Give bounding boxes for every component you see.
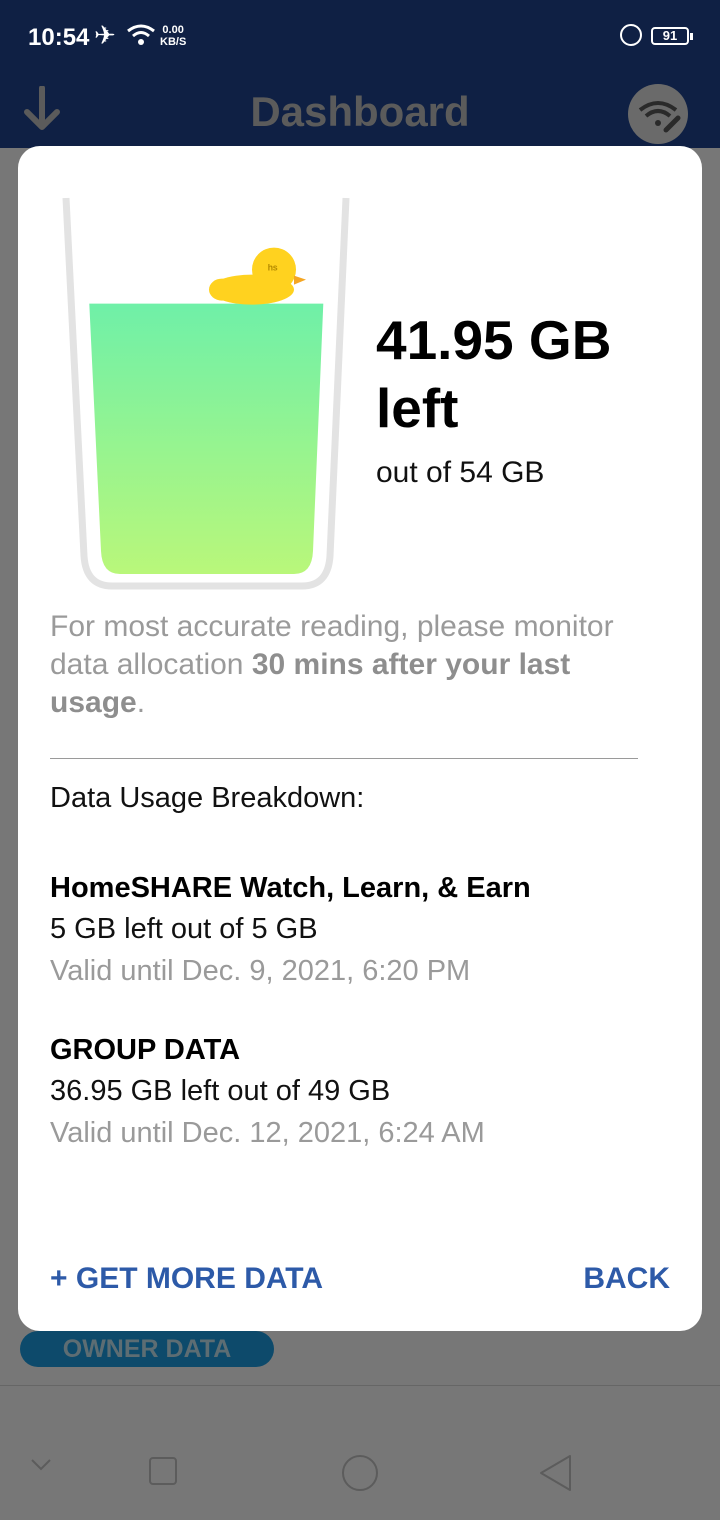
battery-icon: 91 xyxy=(651,27,693,45)
plan-validity: Valid until Dec. 9, 2021, 6:20 PM xyxy=(50,955,471,987)
remaining-data-amount: 41.95 GB xyxy=(376,309,612,371)
total-allocation: out of 54 GB xyxy=(376,456,545,489)
status-time: 10:54 xyxy=(28,24,90,51)
section-divider xyxy=(50,758,638,759)
breakdown-heading: Data Usage Breakdown: xyxy=(50,782,365,814)
data-glass-illustration: ʰˢ xyxy=(62,197,350,590)
nav-recents-icon[interactable] xyxy=(148,1456,178,1486)
back-button[interactable]: BACK xyxy=(583,1262,670,1296)
svg-text:ʰˢ: ʰˢ xyxy=(268,262,278,277)
plan-validity: Valid until Dec. 12, 2021, 6:24 AM xyxy=(50,1117,485,1149)
nav-back-icon[interactable] xyxy=(538,1454,572,1492)
wifi-status-icon xyxy=(127,24,155,45)
app-bar: Dashboard xyxy=(0,72,720,148)
plan-name: GROUP DATA xyxy=(50,1034,241,1066)
plan-name: HomeSHARE Watch, Learn, & Earn xyxy=(50,872,531,904)
owner-data-tab: OWNER DATA xyxy=(20,1331,274,1367)
remaining-data-suffix: left xyxy=(376,377,459,439)
nav-down-icon[interactable] xyxy=(30,1458,52,1472)
liquid-level xyxy=(89,303,324,574)
page-title: Dashboard xyxy=(250,88,470,135)
plan-usage: 5 GB left out of 5 GB xyxy=(50,913,318,945)
network-speed-value: 0.00 xyxy=(162,24,184,36)
network-speed: 0.00 KB/S xyxy=(160,24,186,48)
background-divider xyxy=(0,1385,720,1386)
wifi-wrench-icon[interactable] xyxy=(628,84,688,144)
system-nav-bar xyxy=(0,1420,720,1520)
network-speed-unit: KB/S xyxy=(160,36,187,48)
nav-home-icon[interactable] xyxy=(341,1454,379,1492)
plan-item: GROUP DATA 36.95 GB left out of 49 GB Va… xyxy=(50,1030,670,1154)
rubber-duck-icon: ʰˢ xyxy=(209,247,306,305)
accuracy-note-end: . xyxy=(136,686,146,719)
rotation-lock-icon xyxy=(620,24,642,46)
data-balance-dialog: ʰˢ 41.95 GB left out of 54 GB For most a… xyxy=(18,146,702,1331)
accuracy-note: For most accurate reading, please monito… xyxy=(50,608,670,722)
plan-item: HomeSHARE Watch, Learn, & Earn 5 GB left… xyxy=(50,868,670,992)
status-bar: 10:54 ✈ 0.00 KB/S 91 xyxy=(0,0,720,72)
airplane-mode-icon: ✈ xyxy=(94,20,116,50)
get-more-data-button[interactable]: + GET MORE DATA xyxy=(50,1262,323,1296)
plan-usage: 36.95 GB left out of 49 GB xyxy=(50,1075,391,1107)
